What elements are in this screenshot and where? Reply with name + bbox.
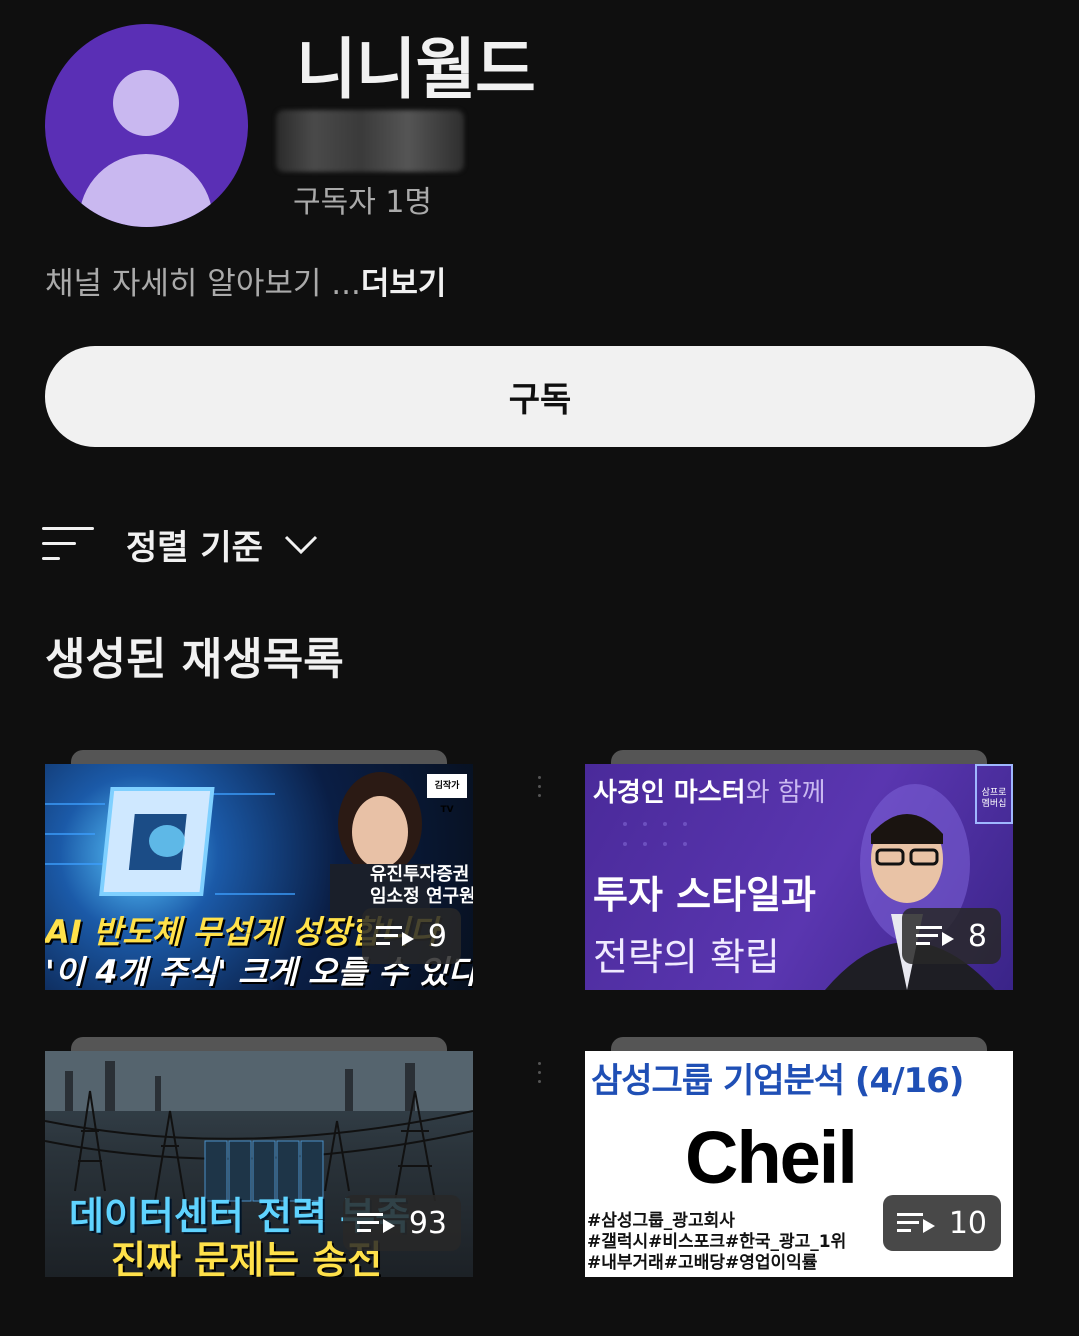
thumb-header-light: 와 함께 [745,778,826,808]
playlist-card[interactable]: 김작가 TV 유진투자증권 임소정 연구원 AI 반도체 무섭게 성장합니다 '… [45,750,473,990]
divider-dots [538,770,542,803]
corner-label-1: 삼프로 [981,788,1007,798]
thumb-name-1: 유진투자증권 [370,864,470,885]
thumb-headline-2: 진짜 문제는 송전 [111,1238,383,1277]
thumb-header-bold: 사경인 마스터 [593,778,746,808]
thumb-tags-1: #삼성그룹_광고회사 [587,1211,735,1231]
playlist-stack-edge [71,1037,447,1051]
thumb-headline-2: 전략의 확립 [593,935,780,979]
playlist-icon [896,1213,935,1233]
playlist-stack-edge [611,1037,987,1051]
avatar-body [79,154,213,227]
video-count: 8 [967,918,987,954]
video-count-badge: 93 [342,1195,461,1251]
sort-label: 정렬 기준 [126,527,263,568]
avatar-head [113,70,179,136]
playlist-icon [375,926,414,946]
thumb-header: 삼성그룹 기업분석 (4/16) [591,1061,964,1101]
thumb-headline-1: 투자 스타일과 [593,873,816,917]
channel-corner-logo: 김작가 TV [427,774,467,815]
video-count: 10 [948,1205,987,1241]
playlist-stack-edge [611,750,987,764]
sort-icon [42,525,94,563]
description-text: 채널 자세히 알아보기 ... [45,266,361,302]
corner-label-2: 멤버십 [981,799,1007,809]
thumb-tags-3: #내부거래#고배당#영업이익률 [587,1253,818,1273]
channel-avatar[interactable] [45,24,248,227]
subscriber-count: 구독자 1명 [293,185,433,220]
video-count-badge: 8 [901,908,1001,964]
channel-handle-blurred [276,110,464,172]
sort-control[interactable]: 정렬 기준 [42,518,319,570]
cheil-logo: Cheil [685,1116,858,1199]
video-count: 93 [408,1205,447,1241]
divider-dots [538,1056,542,1089]
playlist-stack-edge [71,750,447,764]
channel-description[interactable]: 채널 자세히 알아보기 ...더보기 [45,262,446,306]
playlist-card[interactable]: 데이터센터 전력 부족 진짜 문제는 송전 93 [45,1037,473,1277]
playlist-card[interactable]: 삼프로 멤버십 사경인 마스터와 함께 투자 스타일과 전략의 확립 8 [585,750,1013,990]
channel-name: 니니월드 [296,31,536,108]
video-count-badge: 9 [361,908,461,964]
chevron-down-icon [284,535,318,555]
playlist-icon [915,926,954,946]
video-count-badge: 10 [882,1195,1001,1251]
playlist-card[interactable]: 삼성그룹 기업분석 (4/16) Cheil #삼성그룹_광고회사 #갤럭시#비… [585,1037,1013,1277]
playlist-icon [356,1213,395,1233]
more-link[interactable]: 더보기 [361,266,447,302]
thumb-tags-2: #갤럭시#비스포크#한국_광고_1위 [587,1232,847,1252]
subscribe-button[interactable]: 구독 [45,346,1035,447]
section-title: 생성된 재생목록 [45,634,344,685]
thumb-name-2: 임소정 연구원 [370,886,473,907]
video-count: 9 [427,918,447,954]
